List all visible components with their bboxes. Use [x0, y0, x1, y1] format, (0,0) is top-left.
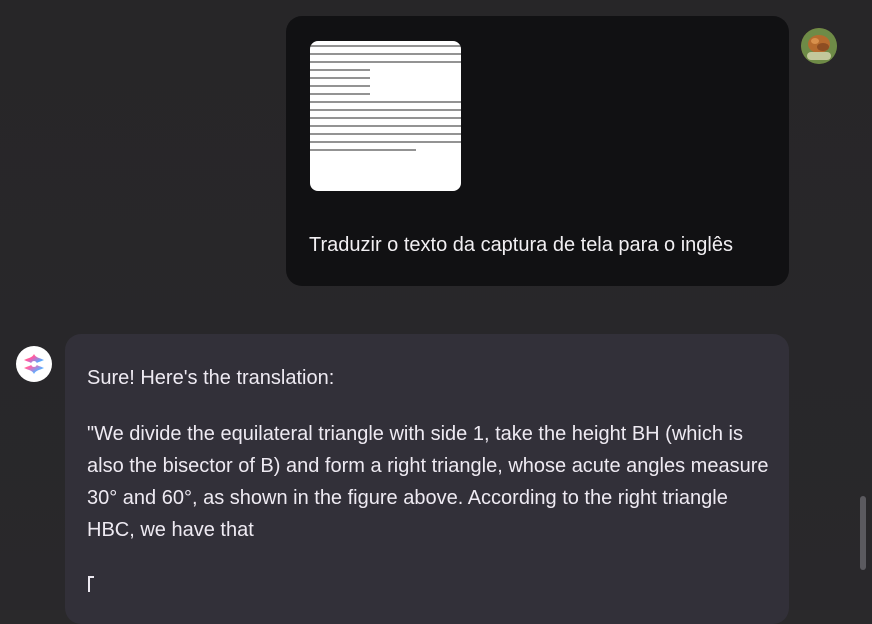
typing-cursor: [88, 576, 94, 592]
assistant-intro-text: Sure! Here's the translation:: [87, 367, 335, 389]
user-avatar-photo-icon: [801, 28, 837, 64]
user-message-bubble: Traduzir o texto da captura de tela para…: [286, 16, 789, 286]
user-message-text: Traduzir o texto da captura de tela para…: [309, 234, 733, 256]
chat-area: Traduzir o texto da captura de tela para…: [0, 0, 872, 624]
assistant-logo-icon: [24, 354, 44, 374]
scrollbar-thumb[interactable]: [860, 496, 866, 570]
thumbnail-text-lines: [310, 45, 461, 157]
attached-screenshot-thumbnail[interactable]: [310, 41, 461, 191]
assistant-message-bubble: Sure! Here's the translation: "We divide…: [65, 334, 789, 624]
assistant-message-text: Sure! Here's the translation: "We divide…: [87, 362, 777, 570]
assistant-translation-paragraph: "We divide the equilateral triangle with…: [87, 423, 769, 541]
user-avatar[interactable]: [801, 28, 837, 64]
assistant-avatar: [16, 346, 52, 382]
